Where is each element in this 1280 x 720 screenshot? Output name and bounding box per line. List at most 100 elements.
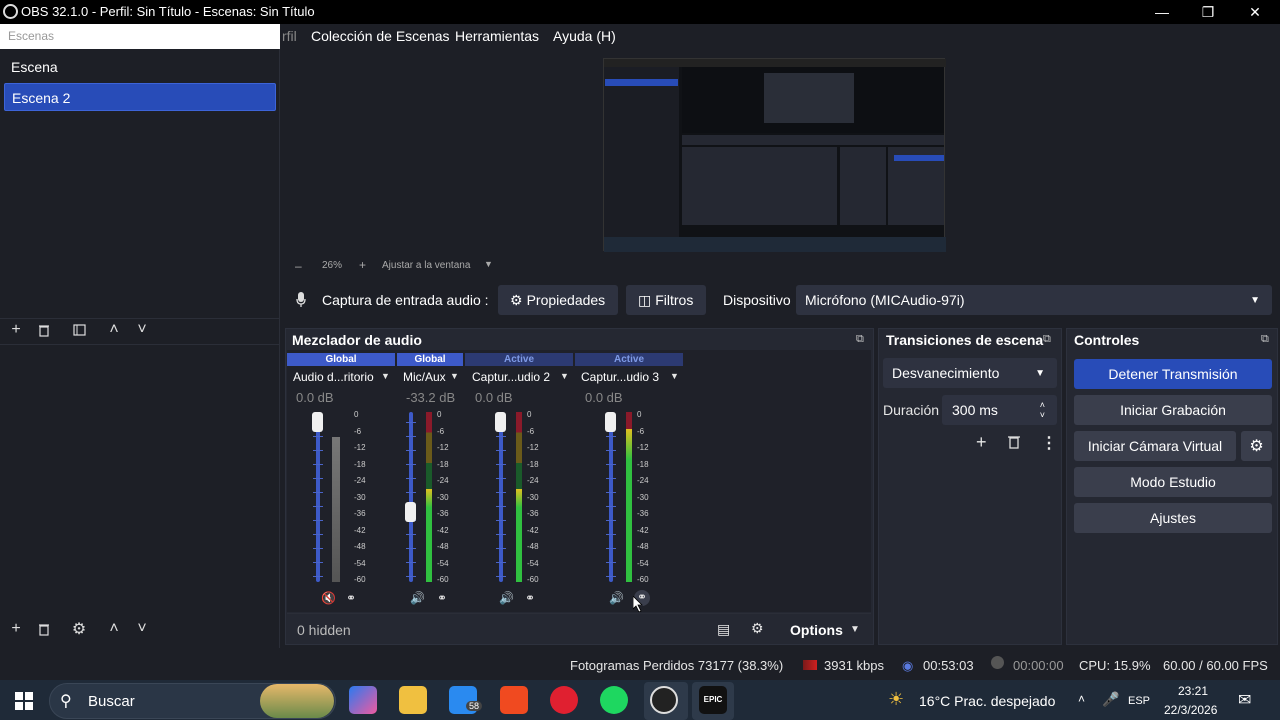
close-icon[interactable]: ✕ — [1232, 0, 1278, 24]
meter-scale-label: -48 — [354, 542, 366, 551]
scene-filters-icon[interactable] — [67, 320, 91, 340]
audio-mixer-title: Mezclador de audio — [292, 332, 422, 348]
properties-button[interactable]: ⚙ Propiedades — [498, 285, 618, 315]
duration-spinbox[interactable]: 300 ms ˄ ˅ — [942, 395, 1057, 425]
obs-studio-icon[interactable] — [650, 686, 678, 714]
remove-transition-icon[interactable] — [1007, 435, 1021, 452]
fader-tick — [606, 450, 616, 451]
move-source-down-icon[interactable]: ˅ — [130, 619, 154, 639]
filters-icon: ◫ — [638, 291, 652, 308]
fader-tick — [406, 436, 416, 437]
fit-window-label[interactable]: Ajustar a la ventana — [382, 260, 470, 271]
restore-icon[interactable]: ❐ — [1185, 0, 1231, 24]
remove-scene-icon[interactable] — [32, 320, 56, 340]
minimize-icon[interactable]: — — [1139, 0, 1185, 24]
virtual-camera-gear-icon[interactable]: ⚙ — [1241, 431, 1272, 461]
fader-tick — [406, 478, 416, 479]
meter-scale-label: -54 — [637, 558, 649, 568]
clock-date[interactable]: 22/3/2026 — [1164, 703, 1217, 717]
fader-tick — [313, 464, 323, 465]
studio-mode-button[interactable]: Modo Estudio — [1074, 467, 1272, 497]
mixer-layout-icon[interactable]: ▤ — [717, 621, 730, 638]
source-properties-gear-icon[interactable]: ⚙ — [67, 619, 91, 639]
scene-item-selected[interactable]: Escena 2 — [4, 83, 276, 111]
channel-menu-icon[interactable]: ▼ — [381, 371, 390, 381]
speaker-icon[interactable]: 🔊 — [499, 591, 514, 605]
epic-games-icon[interactable]: EPIC — [699, 686, 727, 714]
fader-track[interactable] — [316, 412, 320, 582]
start-recording-button[interactable]: Iniciar Grabación — [1074, 395, 1272, 425]
add-transition-icon[interactable]: + — [976, 432, 987, 453]
clock-time[interactable]: 23:21 — [1178, 684, 1208, 698]
add-scene-icon[interactable]: + — [4, 320, 28, 340]
tray-microphone-icon[interactable]: 🎤 — [1102, 691, 1119, 708]
zoom-in-icon[interactable]: + — [359, 258, 366, 272]
windows-start-icon[interactable] — [15, 692, 33, 713]
duration-stepper-icon[interactable]: ˄ ˅ — [1040, 400, 1045, 420]
app-icon[interactable] — [550, 686, 578, 714]
language-indicator[interactable]: ESP — [1128, 695, 1150, 707]
transitions-undock-icon[interactable]: ⧉ — [1043, 333, 1051, 346]
speaker-icon[interactable]: 🔊 — [410, 591, 425, 605]
monitor-headphones-icon[interactable]: ⚭ — [525, 591, 535, 605]
fader-tick — [606, 520, 616, 521]
fader-track[interactable] — [499, 412, 503, 582]
mixer-undock-icon[interactable]: ⧉ — [856, 333, 864, 346]
transition-more-icon[interactable]: ⋮ — [1041, 433, 1057, 453]
move-scene-up-icon[interactable]: ˄ — [102, 320, 126, 340]
zoom-out-icon[interactable]: – — [295, 259, 302, 273]
fit-dropdown-icon[interactable]: ▼ — [484, 259, 493, 269]
channel-menu-icon[interactable]: ▼ — [670, 371, 679, 381]
weather-text[interactable]: 16°C Prac. despejado — [919, 693, 1055, 709]
spotify-icon[interactable] — [600, 686, 628, 714]
start-virtual-camera-button[interactable]: Iniciar Cámara Virtual — [1074, 431, 1236, 461]
mixer-options-button[interactable]: Options — [790, 622, 843, 638]
menu-scene-collection[interactable]: Colección de Escenas — [311, 28, 450, 44]
monitor-headphones-icon[interactable]: ⚭ — [346, 591, 356, 605]
scene-item[interactable]: Escena — [4, 53, 276, 81]
brave-browser-icon[interactable] — [500, 686, 528, 714]
monitor-headphones-icon[interactable]: ⚭ — [437, 591, 447, 605]
fader-handle[interactable] — [605, 412, 616, 432]
device-select[interactable]: Micrófono (MICAudio-97i) ▼ — [796, 285, 1272, 315]
channel-menu-icon[interactable]: ▼ — [560, 371, 569, 381]
hidden-count[interactable]: 0 hidden — [297, 622, 351, 638]
fader-handle[interactable] — [495, 412, 506, 432]
copilot-icon[interactable] — [349, 686, 377, 714]
channel-badge: Global — [397, 353, 463, 366]
add-source-icon[interactable]: + — [4, 619, 28, 639]
stop-streaming-button[interactable]: Detener Transmisión — [1074, 359, 1272, 389]
scenes-search-input[interactable]: Escenas — [0, 24, 280, 49]
fader-tick — [406, 492, 416, 493]
move-source-up-icon[interactable]: ˄ — [102, 619, 126, 639]
filters-button[interactable]: ◫ Filtros — [626, 285, 706, 315]
fader-track[interactable] — [609, 412, 613, 582]
muted-speaker-icon[interactable]: 🔇 — [321, 591, 336, 605]
menu-help[interactable]: Ayuda (H) — [553, 28, 616, 44]
fader-tick — [496, 576, 506, 577]
fader-tick — [406, 548, 416, 549]
fader-handle[interactable] — [405, 502, 416, 522]
speaker-icon[interactable]: 🔊 — [609, 591, 624, 605]
controls-undock-icon[interactable]: ⧉ — [1261, 333, 1269, 346]
menu-profile-partial[interactable]: rfil — [282, 28, 297, 44]
channel-menu-icon[interactable]: ▼ — [450, 371, 459, 381]
meter-scale-label: -60 — [437, 575, 449, 584]
move-scene-down-icon[interactable]: ˅ — [130, 320, 154, 340]
fader-tick — [313, 520, 323, 521]
tray-chevron-icon[interactable]: ˄ — [1078, 692, 1085, 706]
transition-select[interactable]: Desvanecimiento ▼ — [883, 358, 1057, 388]
remove-source-icon[interactable] — [32, 619, 56, 639]
file-explorer-icon[interactable] — [399, 686, 427, 714]
preview-canvas[interactable] — [603, 58, 946, 252]
settings-button[interactable]: Ajustes — [1074, 503, 1272, 533]
menu-tools[interactable]: Herramientas — [455, 28, 539, 44]
fader-handle[interactable] — [312, 412, 323, 432]
device-label: Dispositivo — [723, 292, 791, 308]
advanced-audio-gear-icon[interactable]: ⚙ — [751, 620, 764, 637]
options-dropdown-icon[interactable]: ▼ — [850, 624, 860, 635]
notifications-icon[interactable]: ✉ — [1238, 690, 1251, 710]
fader-track[interactable] — [409, 412, 413, 582]
obs-logo-icon — [3, 4, 18, 19]
transitions-title: Transiciones de escena — [886, 332, 1044, 348]
